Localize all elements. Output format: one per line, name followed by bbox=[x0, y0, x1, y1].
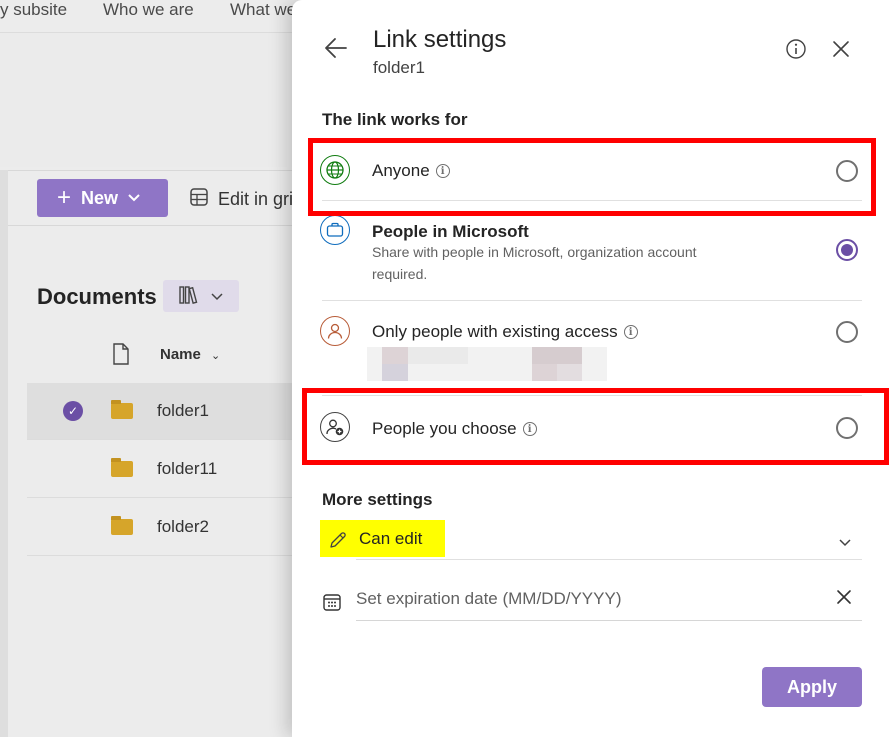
file-name[interactable]: folder1 bbox=[157, 401, 209, 421]
radio-people-in-org[interactable] bbox=[836, 239, 858, 261]
close-icon[interactable] bbox=[830, 38, 852, 60]
file-name[interactable]: folder11 bbox=[157, 459, 217, 479]
option-label: People you choose i bbox=[372, 419, 537, 439]
library-view-button[interactable] bbox=[163, 280, 239, 312]
expiration-date-input[interactable] bbox=[356, 584, 826, 614]
radio-existing-access[interactable] bbox=[836, 321, 858, 343]
divider bbox=[322, 200, 862, 201]
divider bbox=[356, 620, 862, 621]
name-column-label: Name bbox=[160, 346, 201, 363]
file-type-icon bbox=[112, 343, 130, 370]
nav-link-what-we[interactable]: What we bbox=[230, 0, 296, 20]
option-anyone-label: Anyone bbox=[372, 161, 430, 180]
new-button[interactable]: + New bbox=[37, 179, 168, 217]
info-icon[interactable] bbox=[785, 38, 807, 60]
option-label: Anyone i bbox=[372, 161, 450, 181]
edit-in-grid-label: Edit in gri bbox=[218, 189, 294, 209]
expiration-row bbox=[320, 578, 862, 622]
chevron-down-icon bbox=[838, 534, 852, 552]
more-settings-heading: More settings bbox=[322, 490, 433, 509]
option-label: Only people with existing access i bbox=[372, 322, 638, 342]
apply-button[interactable]: Apply bbox=[762, 667, 862, 707]
name-column-header[interactable]: Name ⌄ bbox=[160, 346, 220, 363]
option-people-in-org-description: Share with people in Microsoft, organiza… bbox=[372, 244, 697, 282]
option-people-you-choose-label: People you choose bbox=[372, 419, 517, 438]
chevron-down-icon bbox=[128, 191, 140, 205]
panel-title: Link settings bbox=[373, 26, 507, 53]
table-row[interactable]: ✓ folder1 bbox=[27, 383, 292, 440]
radio-people-you-choose[interactable] bbox=[836, 417, 858, 439]
chevron-down-icon: ⌄ bbox=[211, 350, 221, 362]
info-icon[interactable]: i bbox=[623, 325, 638, 339]
divider bbox=[322, 395, 862, 396]
back-arrow-icon[interactable] bbox=[322, 34, 350, 62]
person-add-icon bbox=[320, 412, 350, 442]
permission-value: Can edit bbox=[359, 529, 423, 548]
option-anyone[interactable]: Anyone i bbox=[320, 152, 862, 192]
option-people-in-org-label: People in Microsoft bbox=[372, 222, 529, 241]
info-icon[interactable]: i bbox=[522, 422, 537, 436]
plus-icon: + bbox=[57, 184, 72, 211]
person-icon bbox=[320, 316, 350, 346]
link-settings-panel: Link settings folder1 The link works for… bbox=[292, 0, 889, 737]
panel-subtitle: folder1 bbox=[373, 58, 425, 77]
divider bbox=[322, 300, 862, 301]
nav-link-who-we-are[interactable]: Who we are bbox=[103, 0, 194, 20]
new-button-label: New bbox=[81, 187, 119, 208]
folder-icon bbox=[111, 458, 133, 477]
info-icon[interactable]: i bbox=[435, 164, 450, 178]
folder-icon bbox=[111, 516, 133, 535]
calendar-icon bbox=[322, 592, 342, 617]
option-existing-access-label: Only people with existing access bbox=[372, 322, 618, 341]
grid-icon bbox=[190, 188, 218, 211]
link-works-for-heading: The link works for bbox=[322, 110, 468, 129]
globe-icon bbox=[320, 155, 350, 185]
documents-title: Documents bbox=[37, 284, 157, 309]
nav-link-subsite[interactable]: y subsite bbox=[0, 0, 67, 20]
folder-icon bbox=[111, 400, 133, 419]
table-row[interactable]: folder2 bbox=[27, 499, 292, 556]
radio-anyone[interactable] bbox=[836, 160, 858, 182]
redacted-text bbox=[367, 347, 607, 381]
file-name[interactable]: folder2 bbox=[157, 517, 209, 537]
briefcase-icon bbox=[320, 215, 350, 245]
option-people-you-choose[interactable]: People you choose i bbox=[320, 410, 862, 450]
library-icon bbox=[179, 285, 201, 308]
edit-in-grid-button[interactable]: Edit in gri bbox=[190, 188, 293, 211]
permission-dropdown[interactable]: Can edit bbox=[320, 520, 862, 560]
checkmark-icon[interactable]: ✓ bbox=[63, 401, 83, 421]
clear-icon[interactable] bbox=[835, 588, 853, 611]
divider bbox=[356, 559, 862, 560]
left-rail bbox=[0, 170, 8, 737]
table-row[interactable]: folder11 bbox=[27, 441, 292, 498]
chevron-down-icon bbox=[211, 288, 223, 304]
pencil-icon bbox=[328, 530, 348, 555]
option-people-in-org[interactable]: People in Microsoft Share with people in… bbox=[320, 215, 862, 295]
